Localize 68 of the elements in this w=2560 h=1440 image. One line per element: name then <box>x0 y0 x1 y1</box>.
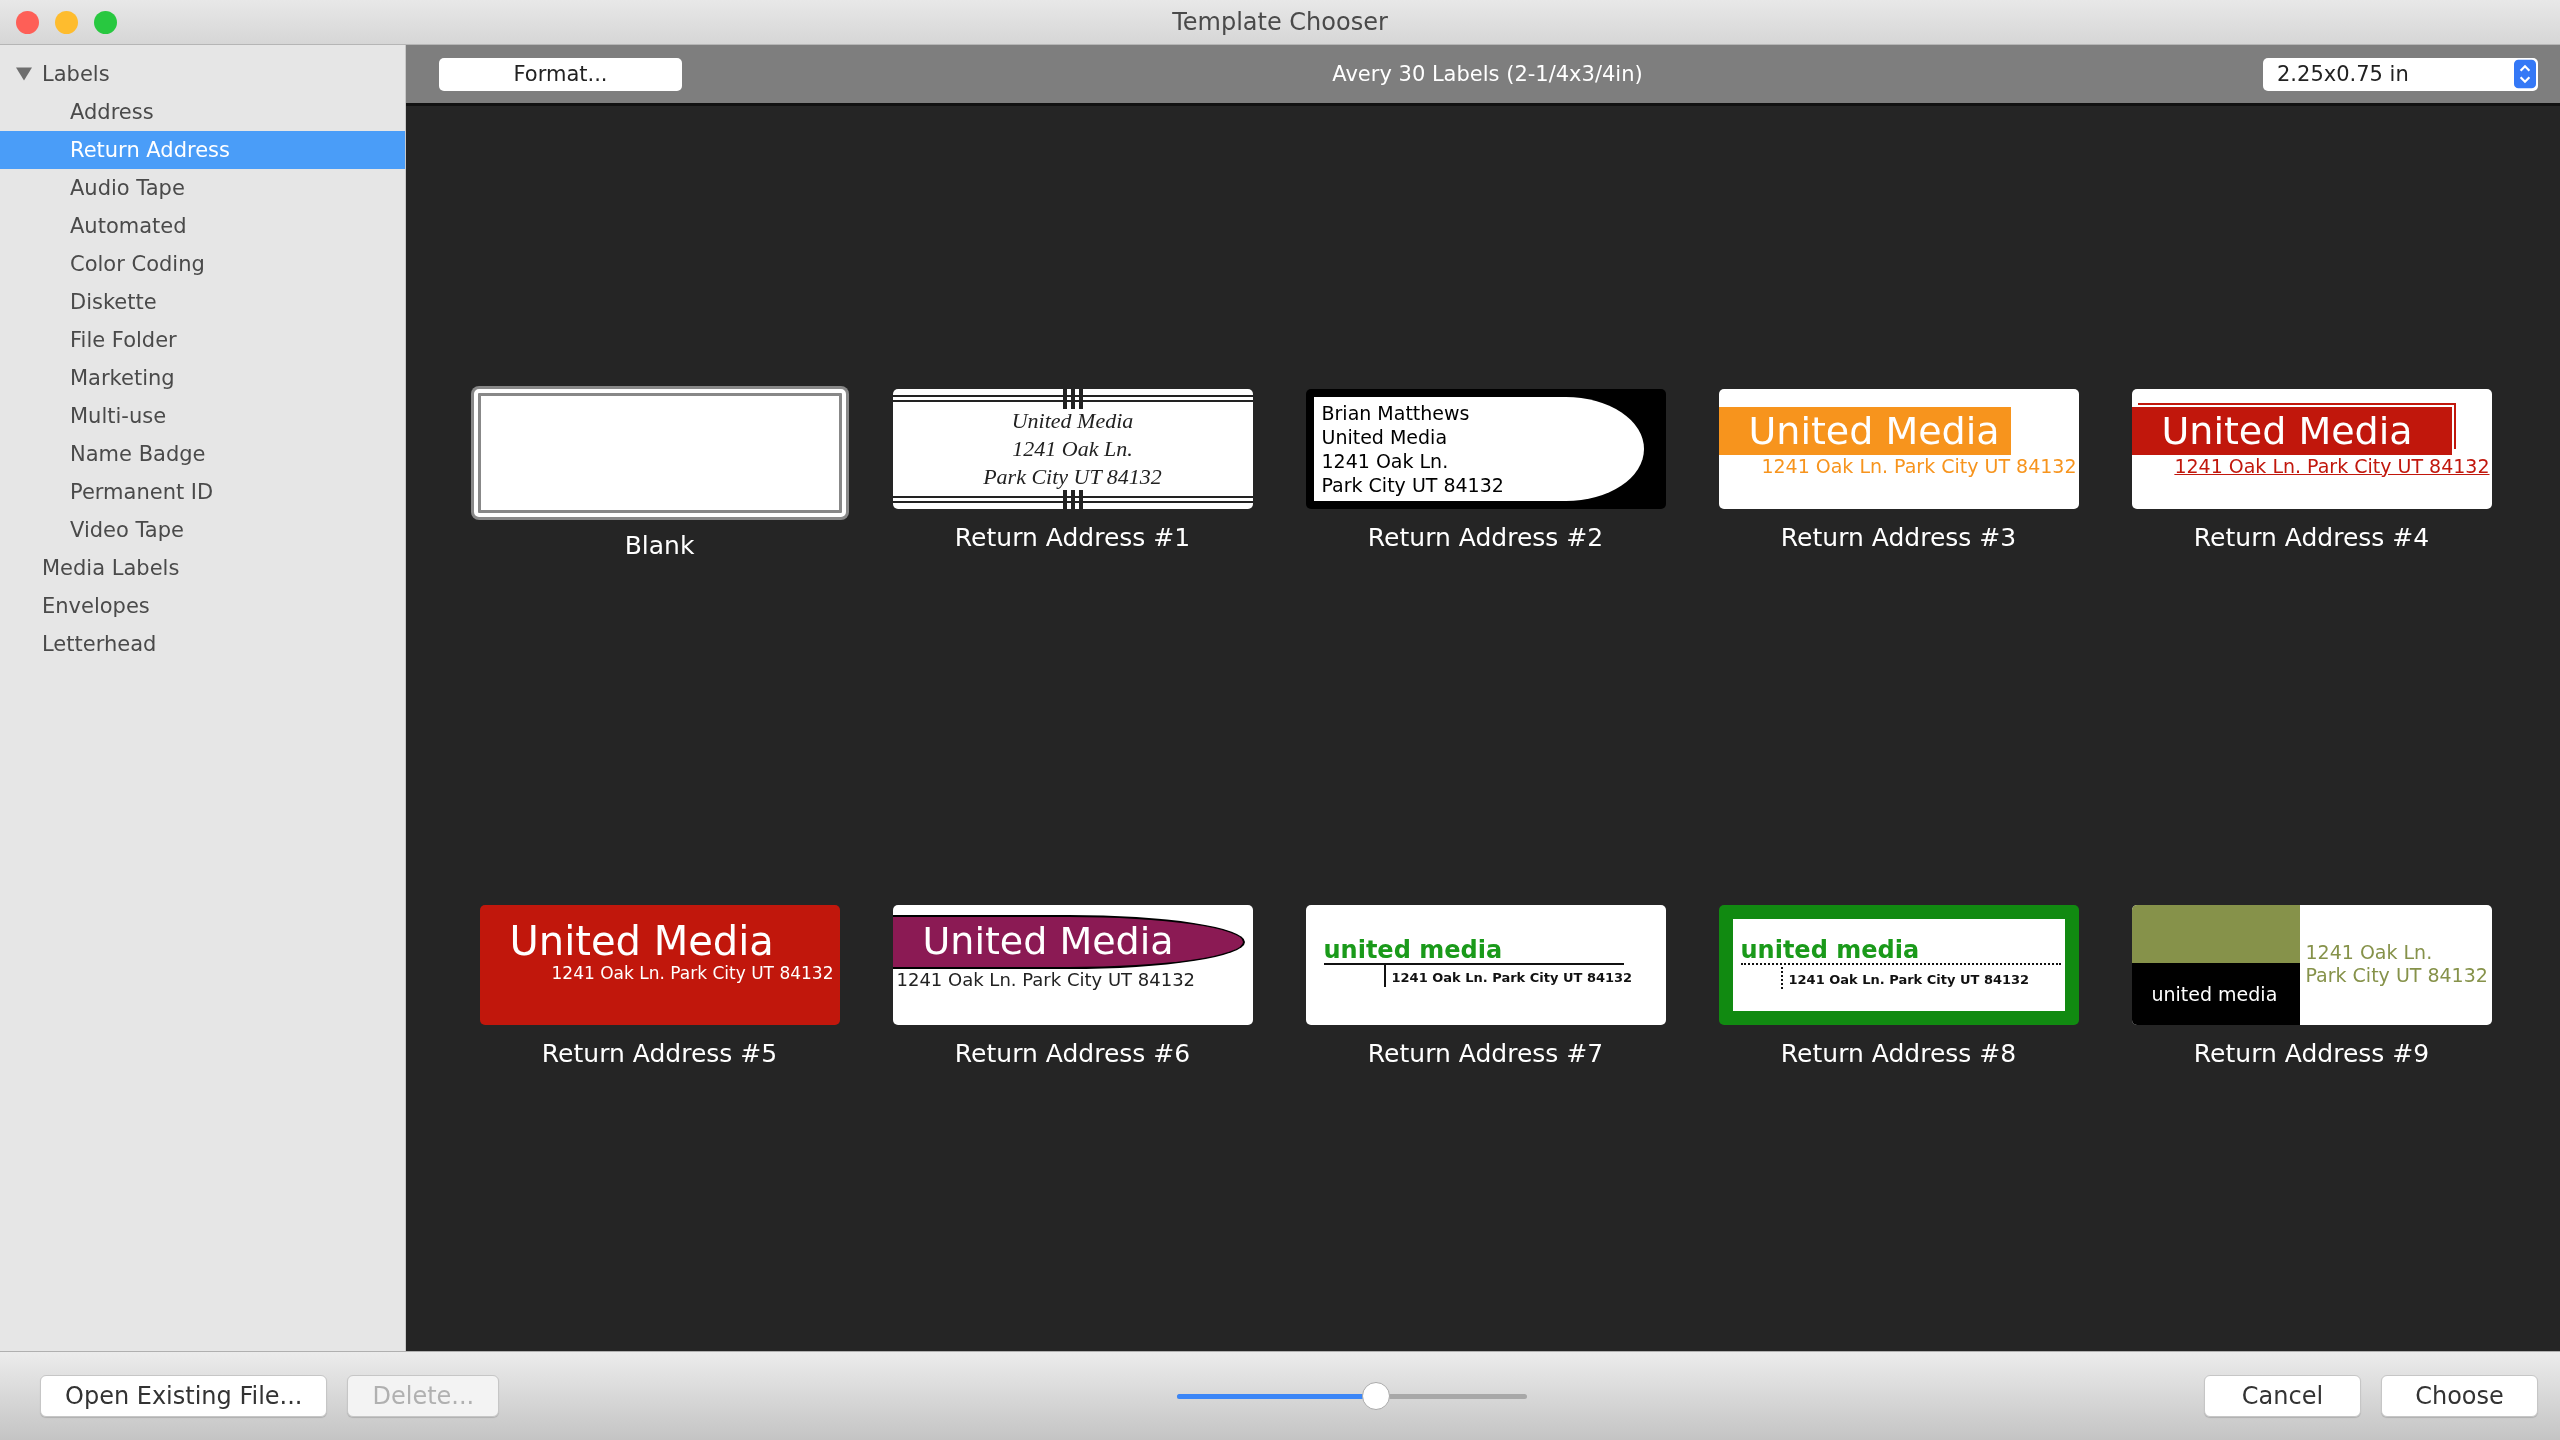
template-name: Return Address #8 <box>1780 1039 2017 1068</box>
label-text: United Media <box>1011 407 1134 435</box>
label-text: Brian Matthews <box>1321 401 1471 425</box>
label-thumbnail[interactable] <box>473 389 846 517</box>
label-text: 1241 Oak Ln. <box>2305 941 2434 964</box>
banner-title: United Media <box>1718 407 2011 455</box>
sidebar-item[interactable]: Permanent ID <box>0 473 405 511</box>
template-name: Return Address #4 <box>2193 523 2430 552</box>
label-thumbnail[interactable]: united media 1241 Oak Ln. Park City UT 84132 <box>1718 905 2079 1025</box>
template-name: Return Address #6 <box>954 1039 1191 1068</box>
label-text: Park City UT 84132 <box>1321 473 1505 497</box>
sidebar-item[interactable]: Media Labels <box>0 549 405 587</box>
sidebar-item[interactable]: Color Coding <box>0 245 405 283</box>
sidebar-item[interactable]: File Folder <box>0 321 405 359</box>
sidebar-item[interactable]: Video Tape <box>0 511 405 549</box>
label-text: 1241 Oak Ln. Park City UT 84132 <box>2174 455 2491 477</box>
zoom-button[interactable] <box>94 11 117 34</box>
zoom-slider[interactable] <box>1176 1381 1527 1411</box>
label-thumbnail[interactable]: United Media 1241 Oak Ln. Park City UT 84132 <box>892 905 1253 1025</box>
cancel-button[interactable]: Cancel <box>2204 1375 2361 1417</box>
label-thumbnail[interactable]: United Media 1241 Oak Ln. Park City UT 84132 <box>2131 389 2492 509</box>
label-text: 1241 Oak Ln. <box>1321 449 1450 473</box>
template-name: Blank <box>624 531 695 560</box>
template-name: Return Address #3 <box>1780 523 2017 552</box>
label-text: Park City UT 84132 <box>2305 964 2489 987</box>
label-text: Park City UT 84132 <box>983 463 1162 491</box>
sidebar-item[interactable]: Automated <box>0 207 405 245</box>
label-text: 1241 Oak Ln. Park City UT 84132 <box>1383 965 1633 987</box>
label-title: united media <box>2131 963 2300 1025</box>
choose-button[interactable]: Choose <box>2381 1375 2538 1417</box>
minimize-button[interactable] <box>55 11 78 34</box>
label-text: 1241 Oak Ln. Park City UT 84132 <box>1780 967 2030 989</box>
format-button[interactable]: Format... <box>439 57 682 91</box>
sidebar-item[interactable]: Envelopes <box>0 587 405 625</box>
label-title: united media <box>1740 937 2061 965</box>
sidebar-item[interactable]: Name Badge <box>0 435 405 473</box>
label-title: United Media <box>509 919 775 963</box>
template-name: Return Address #9 <box>2193 1039 2430 1068</box>
sidebar-item[interactable]: Audio Tape <box>0 169 405 207</box>
label-thumbnail[interactable]: United Media 1241 Oak Ln. Park City UT 84132 <box>892 389 1253 509</box>
size-dropdown[interactable]: 2.25x0.75 in <box>2263 57 2538 91</box>
label-text: United Media <box>1321 425 1449 449</box>
template-name: Return Address #5 <box>541 1039 778 1068</box>
label-text: 1241 Oak Ln. <box>1012 435 1133 463</box>
window-title: Template Chooser <box>1172 8 1388 36</box>
dropdown-arrows-icon <box>2514 59 2536 89</box>
label-title: united media <box>1323 937 1624 965</box>
close-button[interactable] <box>16 11 39 34</box>
label-text: 1241 Oak Ln. Park City UT 84132 <box>1761 455 2078 477</box>
layout-title: Avery 30 Labels (2-1/4x3/4in) <box>1331 62 1644 86</box>
disclosure-triangle-icon[interactable] <box>16 66 32 82</box>
sidebar-item[interactable]: Letterhead <box>0 625 405 663</box>
slider-thumb[interactable] <box>1362 1381 1391 1410</box>
label-thumbnail[interactable]: United Media 1241 Oak Ln. Park City UT 84132 <box>479 905 840 1025</box>
label-text: 1241 Oak Ln. Park City UT 84132 <box>895 969 1196 990</box>
sidebar-item[interactable]: Labels <box>0 55 405 93</box>
template-name: Return Address #1 <box>954 523 1191 552</box>
sidebar-item[interactable]: Address <box>0 93 405 131</box>
banner-title: United Media <box>892 915 1245 969</box>
label-text: 1241 Oak Ln. Park City UT 84132 <box>551 963 835 983</box>
template-name: Return Address #7 <box>1367 1039 1604 1068</box>
open-file-button[interactable]: Open Existing File... <box>40 1375 328 1417</box>
sidebar-item[interactable]: Multi-use <box>0 397 405 435</box>
label-thumbnail[interactable]: united media 1241 Oak Ln. Park City UT 84132 <box>2131 905 2492 1025</box>
label-thumbnail[interactable]: Brian Matthews United Media 1241 Oak Ln. Park City UT 84132 <box>1305 389 1666 509</box>
template-name: Return Address #2 <box>1367 523 1604 552</box>
sidebar-item[interactable]: Marketing <box>0 359 405 397</box>
sidebar-item[interactable]: Diskette <box>0 283 405 321</box>
